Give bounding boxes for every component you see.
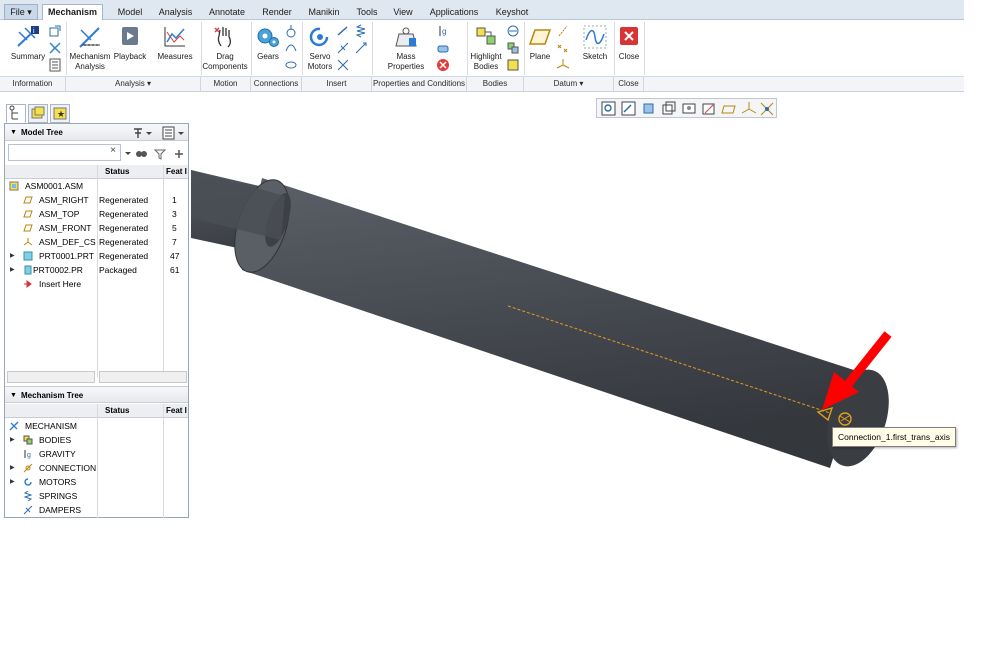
outer-tube bbox=[242, 178, 860, 468]
connection-tooltip: Connection_1.first_trans_axis bbox=[832, 427, 956, 447]
creo-window: File ▾ Mechanism Model Analysis Annotate… bbox=[0, 0, 964, 518]
graphics-area[interactable] bbox=[0, 0, 964, 518]
